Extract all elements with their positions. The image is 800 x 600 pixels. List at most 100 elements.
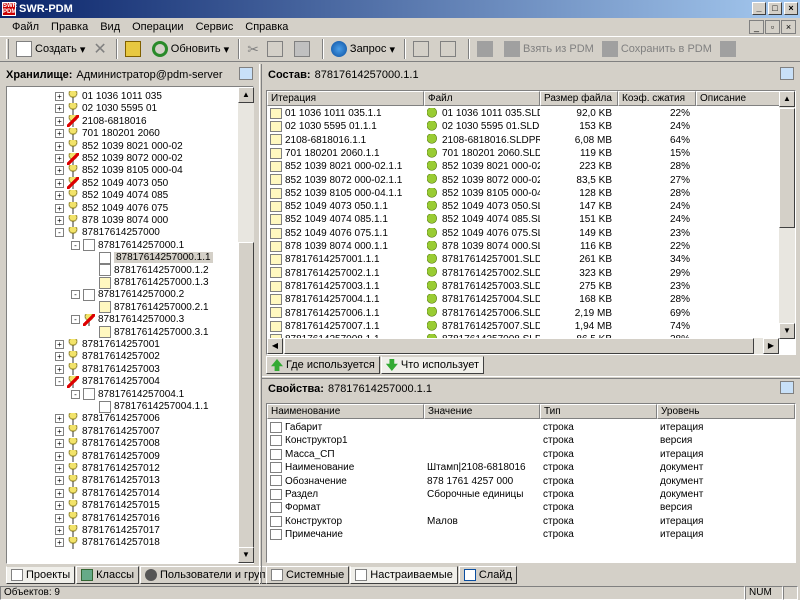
column-header[interactable]: Размер файла [540,91,618,106]
column-header[interactable]: Тип [540,404,657,419]
table-row[interactable]: 852 1039 8105 000-04.1.1 852 1039 8105 00… [267,187,696,200]
tree-node[interactable]: +87817614257006 [55,412,160,425]
menu-file[interactable]: Файл [6,21,45,33]
expand-toggle-icon[interactable]: + [55,129,64,139]
tree-node[interactable]: - 87817614257000.1 [71,239,184,252]
unlock-button[interactable] [717,38,742,60]
property-row[interactable]: Формат строка версия [267,501,795,514]
close-button[interactable]: × [784,2,798,15]
tree-node[interactable]: +852 1049 4073 050 [55,177,168,190]
maximize-button[interactable]: □ [768,2,782,15]
tab-projects[interactable]: Проекты [6,566,76,584]
tree-node[interactable]: 87817614257000.1.2 [87,264,209,277]
save-to-pdm-button[interactable]: Сохранить в PDM [599,38,715,60]
property-row[interactable]: Примечание строка итерация [267,528,795,541]
table-row[interactable]: 878 1039 8074 000.1.1 878 1039 8074 000.S… [267,240,696,253]
menu-help[interactable]: Справка [239,21,294,33]
create-button[interactable]: Создать ▾ [13,38,88,60]
expand-toggle-icon[interactable]: + [55,92,64,101]
expand-toggle-icon[interactable]: + [55,476,64,486]
scroll-thumb[interactable] [779,108,795,228]
column-header[interactable]: Коэф. сжатия [618,91,696,106]
table-row[interactable]: 852 1049 4073 050.1.1 852 1049 4073 050.S… [267,200,696,213]
scroll-left-button[interactable]: ◀ [267,338,283,354]
column-header[interactable]: Уровень [657,404,795,419]
expand-toggle-icon[interactable]: + [55,104,64,114]
column-header[interactable]: Файл [424,91,540,106]
expand-toggle-icon[interactable]: + [55,464,64,473]
expand-toggle-icon[interactable]: + [55,426,64,436]
expand-toggle-icon[interactable]: - [71,315,80,325]
table-row[interactable]: 87817614257001.1.1 87817614257001.SLD... 2… [267,253,696,266]
tree-node[interactable]: +87817614257014 [55,487,160,500]
tree-node[interactable]: +87817614257017 [55,524,160,537]
column-header[interactable]: Описание [696,91,782,106]
composition-hscrollbar[interactable]: ◀ ▶ [267,338,779,354]
table-row[interactable]: 852 1049 4076 075.1.1 852 1049 4076 075.S… [267,227,696,240]
table-row[interactable]: 02 1030 5595 01.1.1 02 1030 5595 01.SLDPR… [267,120,696,133]
expand-toggle-icon[interactable]: - [71,240,80,250]
query-button[interactable]: Запрос ▾ [328,38,398,60]
tree-node[interactable]: +852 1049 4076 075 [55,202,168,215]
tab-classes[interactable]: Классы [76,566,139,584]
expand-toggle-icon[interactable]: + [55,191,64,201]
mdi-close-button[interactable]: × [781,20,796,34]
tree-node[interactable]: +87817614257008 [55,437,160,450]
tab-custom[interactable]: Настраиваемые [350,566,458,584]
table-row[interactable]: 852 1039 8021 000-02.1.1 852 1039 8021 00… [267,160,696,173]
tree-node[interactable]: +87817614257016 [55,512,160,525]
horizontal-splitter[interactable] [262,376,800,379]
column-header[interactable]: Значение [424,404,540,419]
property-row[interactable]: Конструктор Малов строка итерация [267,515,795,528]
table-row[interactable]: 2108-6818016.1.1 2108-6818016.SLDPRT 6,08 … [267,134,696,147]
properties-panel-icon[interactable] [780,381,794,394]
expand-toggle-icon[interactable]: + [55,352,64,362]
scroll-down-button[interactable]: ▼ [238,547,254,563]
tree-node[interactable]: 87817614257000.2.1 [87,301,209,314]
tree-node[interactable]: +2108-6818016 [55,115,147,128]
expand-toggle-icon[interactable]: + [55,526,64,535]
scroll-up-button[interactable]: ▲ [779,91,795,107]
property-row[interactable]: Конструктор1 строка версия [267,434,795,447]
table-row[interactable]: 87817614257002.1.1 87817614257002.SLD... 3… [267,267,696,280]
tab-what-uses[interactable]: Что использует [380,356,484,374]
tree-node[interactable]: +852 1039 8072 000-02 [55,152,183,165]
tree-node[interactable]: +87817614257001 [55,338,160,351]
table-row[interactable]: 701 180201 2060.1.1 701 180201 2060.SLD..… [267,147,696,160]
tab-system[interactable]: Системные [266,566,350,584]
tree-node[interactable]: 87817614257000.1.1 [87,251,213,264]
expand-toggle-icon[interactable]: - [71,389,80,399]
property-row[interactable]: Наименование Штамп|2108-6818016 строка доку… [267,461,795,474]
composition-vscrollbar[interactable]: ▲ ▼ [779,91,795,339]
expand-toggle-icon[interactable]: + [55,451,64,461]
tree-node[interactable]: - 87817614257000.3 [71,313,184,326]
tree-node[interactable]: - 87817614257000 [55,226,160,239]
edit-button[interactable] [437,38,462,60]
column-header[interactable]: Итерация [267,91,424,106]
tree-node[interactable]: +701 180201 2060 [55,127,160,140]
expand-toggle-icon[interactable]: + [55,439,64,449]
expand-toggle-icon[interactable]: + [55,154,64,163]
tree-node[interactable]: +87817614257003 [55,363,160,376]
vertical-splitter[interactable] [259,64,262,584]
expand-toggle-icon[interactable]: + [55,166,64,176]
menu-operations[interactable]: Операции [126,21,189,33]
scroll-down-button[interactable]: ▼ [779,323,795,339]
tree-node[interactable]: +02 1030 5595 01 [55,102,157,115]
scroll-thumb[interactable] [238,242,254,562]
expand-toggle-icon[interactable]: + [55,364,64,374]
toolbar-grip[interactable] [6,39,9,59]
checkout-button[interactable] [474,38,499,60]
property-row[interactable]: Масса_СП строка итерация [267,448,795,461]
property-row[interactable]: Раздел Сборочные единицы строка документ [267,488,795,501]
expand-toggle-icon[interactable]: + [55,501,64,511]
expand-toggle-icon[interactable]: + [55,414,64,424]
tree-scrollbar[interactable]: ▲ ▼ [238,87,254,563]
tab-slide[interactable]: Слайд [458,566,517,584]
expand-toggle-icon[interactable]: + [55,203,64,213]
tree-node[interactable]: - 87817614257004.1 [71,388,184,401]
tree-node[interactable]: +87817614257009 [55,450,160,463]
table-row[interactable]: 87817614257003.1.1 87817614257003.SLD... 2… [267,280,696,293]
expand-toggle-icon[interactable]: + [55,178,64,188]
delete-button[interactable]: ✕ [90,38,109,60]
